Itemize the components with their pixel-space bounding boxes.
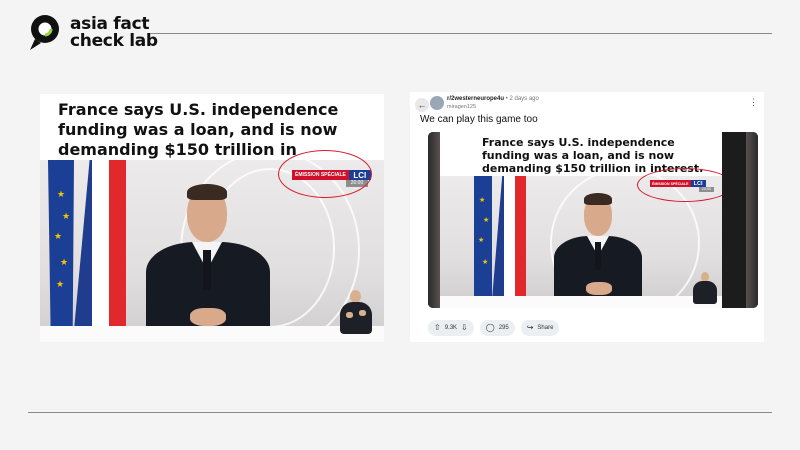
meta-separator: • bbox=[505, 96, 508, 102]
bottom-divider bbox=[28, 412, 772, 413]
comments-button[interactable]: ◯ 295 bbox=[479, 320, 515, 336]
asia-fact-check-lab-logo: asia fact check lab bbox=[28, 14, 158, 52]
downvote-icon[interactable]: ⇩ bbox=[461, 324, 468, 332]
subreddit-avatar[interactable] bbox=[430, 96, 444, 110]
share-icon: ↪ bbox=[526, 323, 534, 332]
vote-control: ⇧ 9.3K ⇩ bbox=[428, 320, 474, 336]
post-actions: ⇧ 9.3K ⇩ ◯ 295 ↪ Share bbox=[428, 320, 560, 336]
post-meta: r/2westerneurope4u • 2 days ago bbox=[447, 96, 539, 103]
comment-icon: ◯ bbox=[485, 323, 495, 332]
post-image[interactable]: France says U.S. independence funding wa… bbox=[428, 132, 758, 308]
post-title: We can play this game too bbox=[420, 114, 538, 125]
highlight-ellipse bbox=[278, 150, 372, 198]
magnifier-logo-icon bbox=[28, 14, 62, 52]
comment-count: 295 bbox=[498, 325, 509, 331]
more-icon[interactable]: ⋮ bbox=[749, 98, 758, 107]
subreddit-name[interactable]: r/2westerneurope4u bbox=[447, 96, 504, 102]
sign-language-interpreter bbox=[338, 290, 374, 334]
post-time: 2 days ago bbox=[509, 96, 539, 102]
back-arrow-icon[interactable]: ← bbox=[415, 98, 429, 112]
reddit-post-screenshot: ← r/2westerneurope4u • 2 days ago mirage… bbox=[410, 92, 764, 342]
highlight-ellipse bbox=[637, 168, 722, 202]
share-button[interactable]: ↪ Share bbox=[520, 320, 560, 336]
embedded-image: France says U.S. independence funding wa… bbox=[440, 132, 722, 308]
media-blur-left bbox=[428, 132, 440, 308]
brand-line-2: check lab bbox=[70, 31, 158, 51]
desk bbox=[440, 296, 722, 308]
upvote-icon[interactable]: ⇧ bbox=[434, 324, 441, 332]
sign-language-interpreter bbox=[692, 272, 718, 304]
top-divider bbox=[150, 33, 772, 34]
post-username[interactable]: miragen125 bbox=[447, 104, 476, 110]
left-screenshot: France says U.S. independence funding wa… bbox=[40, 94, 384, 342]
vote-count: 9.3K bbox=[444, 325, 458, 331]
brand-name: asia fact check lab bbox=[70, 16, 158, 50]
share-label: Share bbox=[537, 325, 554, 331]
desk bbox=[40, 326, 384, 342]
media-blur-right bbox=[746, 132, 758, 308]
